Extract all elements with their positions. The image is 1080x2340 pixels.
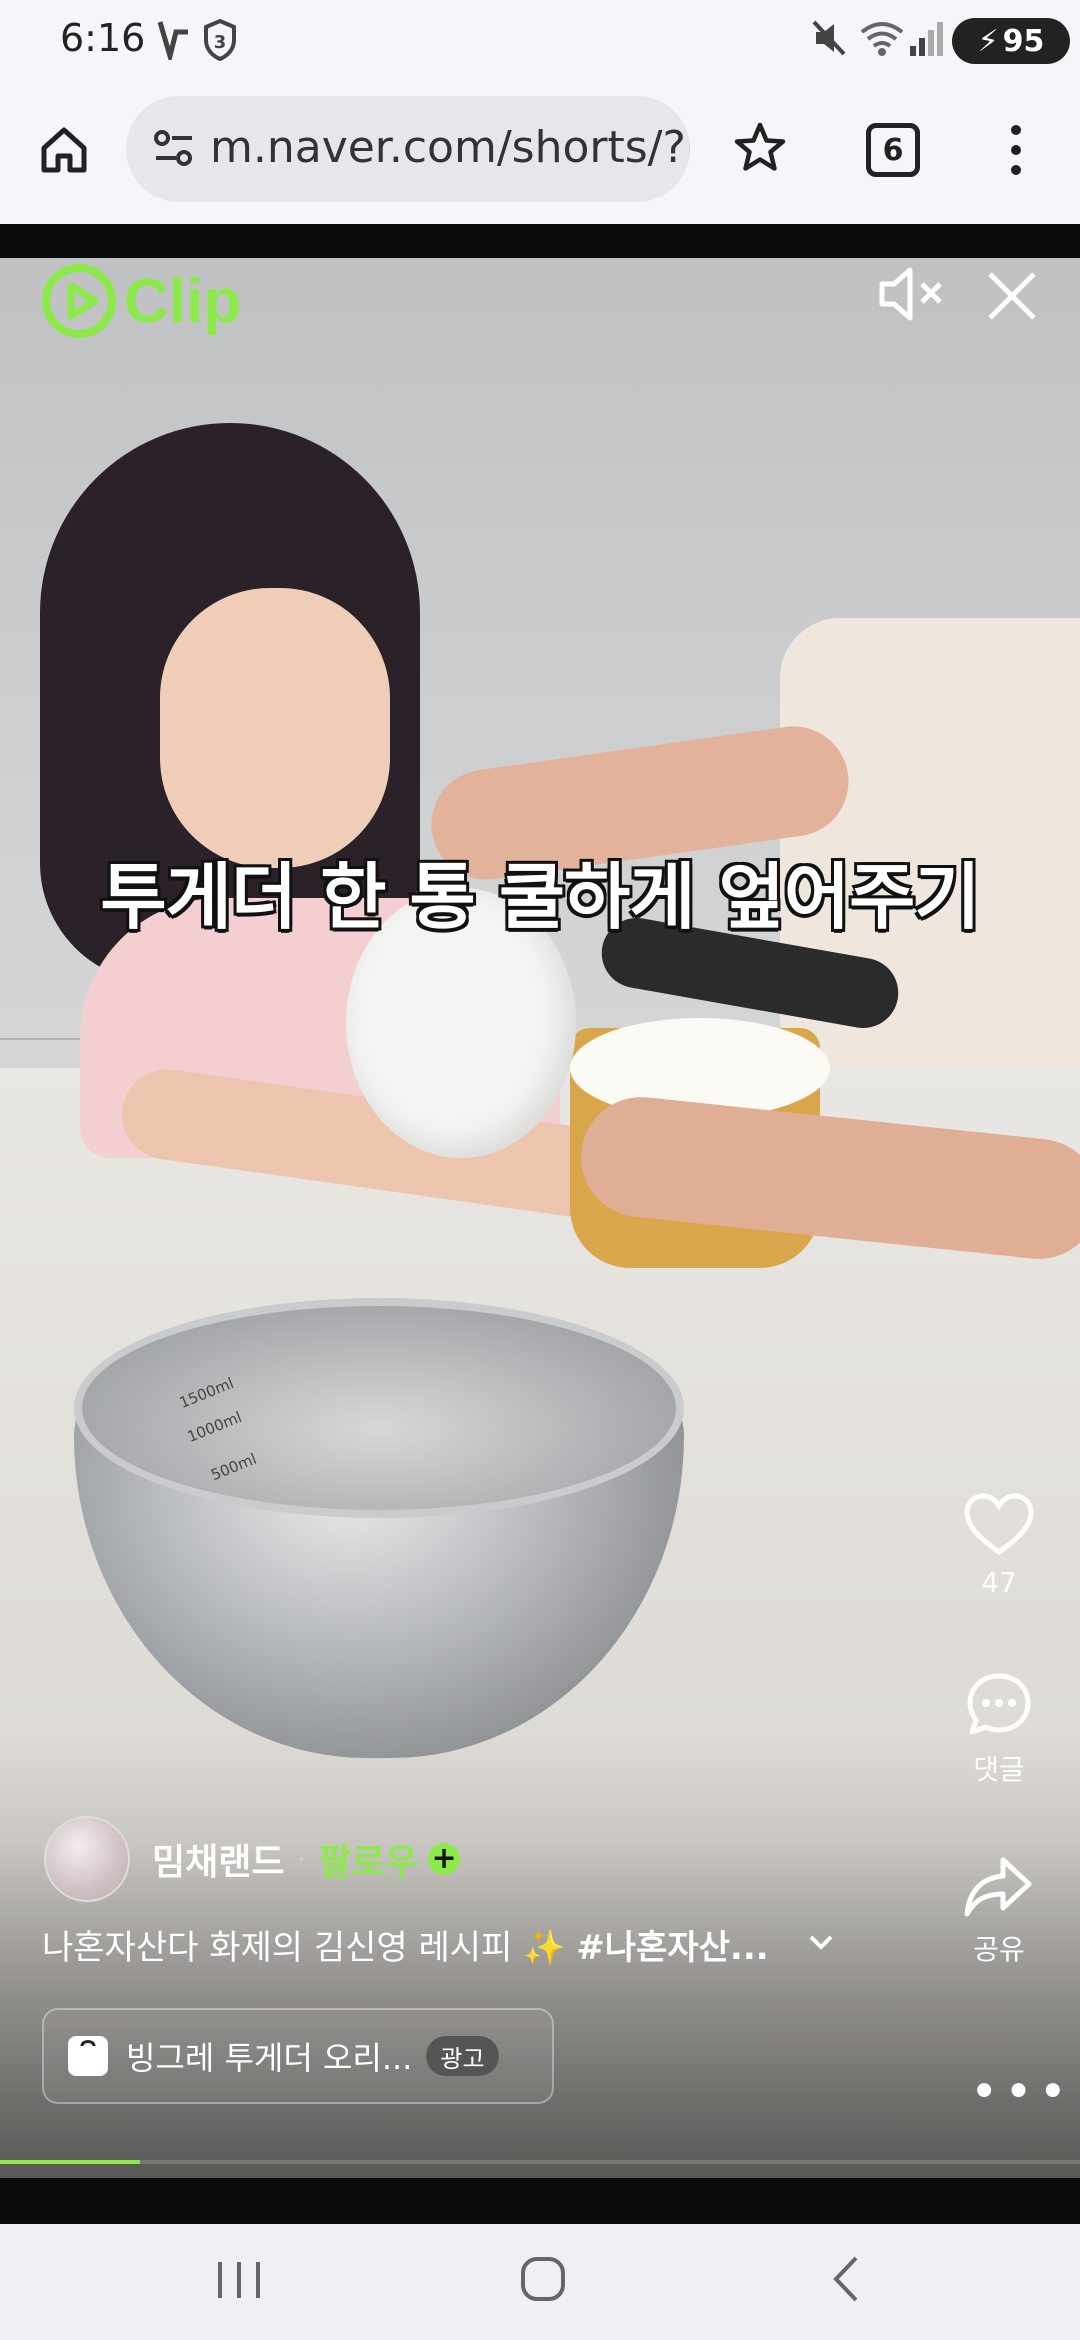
shopping-bag-icon [68,2036,108,2076]
system-navigation-bar [0,2224,1080,2340]
clip-logo: Clip [40,262,241,340]
cellular-signal-icon [910,22,943,56]
mute-icon[interactable] [876,264,948,324]
home-nav-icon[interactable] [518,2254,568,2304]
product-ad-link[interactable]: 빙그레 투게더 오리... 광고 [42,2008,554,2104]
clip-logo-text: Clip [124,266,242,336]
shield-badge: 3 [214,32,227,53]
browser-toolbar: m.naver.com/shorts/?r 6 [0,82,1080,224]
caption-hashtag[interactable]: #나혼자산... [576,1928,768,1968]
close-icon[interactable] [986,270,1038,322]
comment-icon [967,1673,1031,1735]
shorts-video-player[interactable]: 1500ml 1000ml 500ml 투게더 한 통 쿨하게 엎어주기 Cli… [0,224,1080,2224]
author-name[interactable]: 밈채랜드 [152,1833,284,1885]
status-bar: 6:16 3 ⚡ 95 [0,0,1080,82]
recent-apps-icon[interactable] [214,2256,264,2304]
ad-badge: 광고 [426,2036,499,2076]
charging-bolt-icon: ⚡ [977,23,999,59]
back-icon[interactable] [826,2254,866,2304]
follow-button[interactable]: 팔로우 [319,1833,418,1885]
star-icon[interactable] [732,120,788,176]
site-settings-icon[interactable] [152,128,196,168]
separator-dot: · [296,1840,307,1878]
video-progress-bar[interactable] [0,2160,1080,2164]
follow-plus-icon[interactable]: + [428,1843,461,1875]
video-progress-fill [0,2160,141,2164]
tab-count: 6 [882,132,904,168]
comment-button[interactable]: 댓글 [944,1670,1054,1788]
like-button[interactable]: 47 [944,1492,1054,1599]
url-text: m.naver.com/shorts/?r [210,122,690,173]
shield-icon: 3 [204,18,236,62]
share-icon [964,1857,1032,1917]
mute-status-icon [812,20,846,56]
share-label: 공유 [973,1933,1025,1966]
video-subtitle: 투게더 한 통 쿨하게 엎어주기 [100,855,980,939]
wifi-icon [860,22,904,56]
comment-label: 댓글 [973,1753,1025,1786]
chevron-down-icon[interactable] [808,1934,834,1952]
heart-icon [964,1493,1034,1556]
caption-text: 나혼자산다 화제의 김신영 레시피 ✨ [42,1928,577,1968]
author-row: 밈채랜드 · 팔로우 + [44,1816,461,1902]
address-bar[interactable]: m.naver.com/shorts/?r [126,96,690,202]
battery-level: 95 [1002,23,1045,59]
video-caption[interactable]: 나혼자산다 화제의 김신영 레시피 ✨ #나혼자산... [42,1920,769,1969]
status-time: 6:16 [60,16,146,60]
more-icon[interactable]: ••• [970,2064,1073,2120]
like-count: 47 [981,1566,1017,1599]
tab-switcher-icon[interactable]: 6 [866,123,920,177]
home-icon[interactable] [36,122,92,178]
signal-boost-icon [157,21,188,60]
clip-play-icon [42,264,116,338]
battery-indicator: ⚡ 95 [952,18,1070,64]
avatar[interactable] [44,1816,130,1902]
share-button[interactable]: 공유 [944,1854,1054,1968]
ad-text: 빙그레 투게더 오리... [126,2039,413,2077]
menu-icon[interactable] [1006,122,1026,178]
